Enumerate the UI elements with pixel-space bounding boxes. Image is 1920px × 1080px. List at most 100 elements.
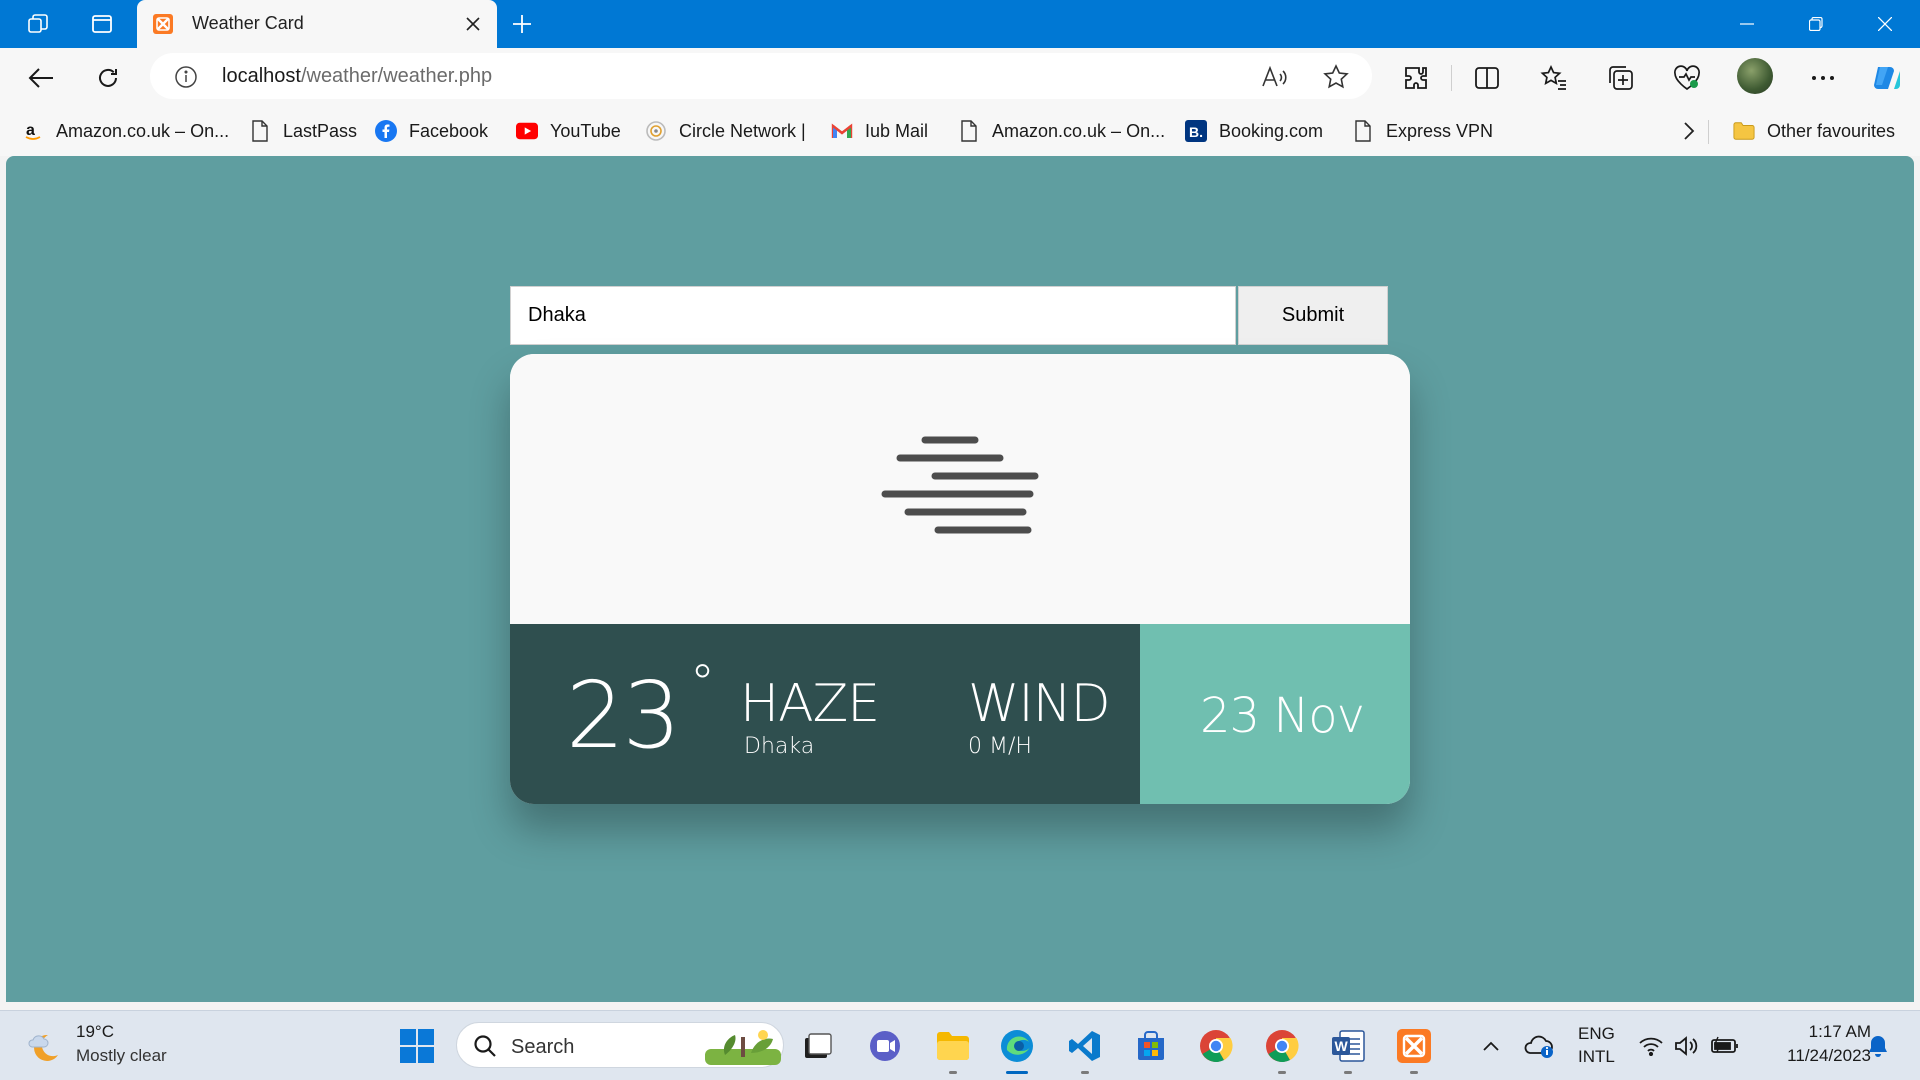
date-label: 23 Nov bbox=[1200, 688, 1365, 744]
clock-time[interactable]: 1:17 AM bbox=[1755, 1022, 1871, 1042]
weather-widget-temp[interactable]: 19°C bbox=[76, 1022, 114, 1042]
notification-bell-icon[interactable] bbox=[1857, 1025, 1899, 1067]
onedrive-icon[interactable] bbox=[1517, 1025, 1559, 1067]
favourites-list-icon[interactable] bbox=[1537, 61, 1571, 95]
city-label: Dhaka bbox=[744, 734, 815, 759]
teams-chat-icon[interactable] bbox=[864, 1025, 906, 1067]
xampp-running-indicator bbox=[1410, 1071, 1418, 1074]
moon-cloud-icon[interactable] bbox=[26, 1029, 64, 1063]
wind-value: 0 M/H bbox=[968, 734, 1032, 759]
clock-date[interactable]: 11/24/2023 bbox=[1755, 1046, 1871, 1066]
url-text: localhost/weather/weather.php bbox=[222, 65, 493, 87]
svg-text:a: a bbox=[26, 122, 35, 139]
windows-start-icon[interactable] bbox=[396, 1025, 438, 1067]
weather-info-panel: 23 ° HAZE Dhaka WIND 0 M/H bbox=[510, 624, 1140, 804]
weather-card: 23 ° HAZE Dhaka WIND 0 M/H 23 Nov bbox=[510, 354, 1410, 804]
more-options-icon[interactable] bbox=[1806, 61, 1840, 95]
search-icon bbox=[473, 1034, 497, 1058]
weather-icon-area bbox=[510, 354, 1410, 624]
browser-essentials-icon[interactable] bbox=[1670, 61, 1704, 95]
copilot-icon[interactable] bbox=[1870, 61, 1904, 95]
site-info-icon[interactable] bbox=[174, 65, 198, 89]
explorer-running-indicator bbox=[949, 1071, 957, 1074]
chrome-icon[interactable] bbox=[1195, 1025, 1237, 1067]
extensions-icon[interactable] bbox=[1399, 61, 1433, 95]
word-running-indicator bbox=[1344, 1071, 1352, 1074]
toolbar-divider bbox=[1451, 65, 1452, 91]
task-view-icon[interactable] bbox=[797, 1025, 839, 1067]
navigation-bar: localhost/weather/weather.php bbox=[0, 48, 1920, 106]
minimize-icon[interactable] bbox=[1714, 0, 1780, 48]
read-aloud-icon[interactable] bbox=[1260, 63, 1288, 91]
page-icon bbox=[249, 120, 271, 142]
show-hidden-icons-chevron-icon[interactable] bbox=[1470, 1025, 1512, 1067]
favourite-lastpass[interactable]: LastPass bbox=[249, 116, 357, 146]
language-indicator[interactable]: ENG bbox=[1578, 1024, 1615, 1044]
xampp-taskbar-icon[interactable] bbox=[1393, 1025, 1435, 1067]
collections-icon[interactable] bbox=[1604, 61, 1638, 95]
favourite-iub-mail[interactable]: Iub Mail bbox=[831, 116, 928, 146]
chrome-profile-icon[interactable] bbox=[1261, 1025, 1303, 1067]
favourite-circle-network[interactable]: Circle Network | bbox=[645, 116, 806, 146]
title-bar: Weather Card bbox=[0, 0, 1920, 48]
profile-avatar[interactable] bbox=[1737, 58, 1773, 94]
wind-label: WIND bbox=[968, 674, 1111, 734]
facebook-icon bbox=[375, 120, 397, 142]
close-tab-icon[interactable] bbox=[461, 12, 485, 36]
favourite-youtube[interactable]: YouTube bbox=[516, 116, 621, 146]
favourite-express-vpn[interactable]: Express VPN bbox=[1352, 116, 1493, 146]
gmail-icon bbox=[831, 120, 853, 142]
favourites-bar: a Amazon.co.uk – On... LastPass Facebook… bbox=[0, 106, 1920, 156]
volume-icon[interactable] bbox=[1665, 1025, 1707, 1067]
page-content: Submit 23 ° HAZE Dhaka WIND bbox=[6, 156, 1914, 1002]
new-tab-icon[interactable] bbox=[508, 10, 536, 38]
keyboard-layout-indicator[interactable]: INTL bbox=[1578, 1047, 1615, 1067]
weather-details: 23 ° HAZE Dhaka WIND 0 M/H 23 Nov bbox=[510, 624, 1410, 804]
temperature-value: 23 bbox=[566, 662, 681, 769]
edge-active-indicator bbox=[1006, 1071, 1028, 1074]
favourite-star-icon[interactable] bbox=[1322, 63, 1350, 91]
xampp-icon bbox=[153, 14, 173, 34]
booking-icon: B. bbox=[1185, 120, 1207, 142]
split-screen-icon[interactable] bbox=[1470, 61, 1504, 95]
restore-icon[interactable] bbox=[1783, 0, 1849, 48]
edge-icon[interactable] bbox=[996, 1025, 1038, 1067]
amazon-icon: a bbox=[22, 120, 44, 142]
favbar-divider bbox=[1708, 120, 1709, 144]
page-icon bbox=[958, 120, 980, 142]
file-explorer-icon[interactable] bbox=[932, 1025, 974, 1067]
circle-network-icon bbox=[645, 120, 667, 142]
favourite-amazon-1[interactable]: a Amazon.co.uk – On... bbox=[22, 116, 229, 146]
other-favourites[interactable]: Other favourites bbox=[1733, 116, 1895, 146]
page-icon bbox=[1352, 120, 1374, 142]
workspaces-icon[interactable] bbox=[24, 10, 52, 38]
favourites-overflow-chevron-icon[interactable] bbox=[1683, 116, 1695, 146]
city-search-input[interactable] bbox=[510, 286, 1236, 345]
favourite-amazon-2[interactable]: Amazon.co.uk – On... bbox=[958, 116, 1165, 146]
weather-widget-desc[interactable]: Mostly clear bbox=[76, 1046, 167, 1066]
tab-weather-card[interactable]: Weather Card bbox=[137, 0, 497, 48]
taskbar-search[interactable]: Search bbox=[456, 1022, 784, 1068]
submit-button[interactable]: Submit bbox=[1238, 286, 1388, 345]
favourite-facebook[interactable]: Facebook bbox=[375, 116, 488, 146]
vscode-running-indicator bbox=[1081, 1071, 1089, 1074]
address-bar[interactable]: localhost/weather/weather.php bbox=[150, 53, 1372, 99]
vertical-tabs-icon[interactable] bbox=[88, 10, 116, 38]
close-window-icon[interactable] bbox=[1852, 0, 1918, 48]
condition-label: HAZE bbox=[740, 674, 880, 734]
refresh-icon[interactable] bbox=[91, 61, 125, 95]
favourite-booking[interactable]: B. Booking.com bbox=[1185, 116, 1323, 146]
svg-text:B.: B. bbox=[1189, 124, 1203, 140]
back-icon[interactable] bbox=[24, 61, 58, 95]
microsoft-store-icon[interactable] bbox=[1130, 1025, 1172, 1067]
chrome-running-indicator bbox=[1278, 1071, 1286, 1074]
vscode-icon[interactable] bbox=[1064, 1025, 1106, 1067]
tab-title: Weather Card bbox=[192, 13, 304, 33]
battery-icon[interactable] bbox=[1704, 1025, 1746, 1067]
youtube-icon bbox=[516, 120, 538, 142]
word-icon[interactable]: W bbox=[1327, 1025, 1369, 1067]
haze-icon bbox=[880, 436, 1044, 546]
degree-symbol: ° bbox=[690, 654, 715, 712]
date-panel: 23 Nov bbox=[1140, 624, 1410, 804]
search-highlight-icon bbox=[705, 1025, 781, 1067]
